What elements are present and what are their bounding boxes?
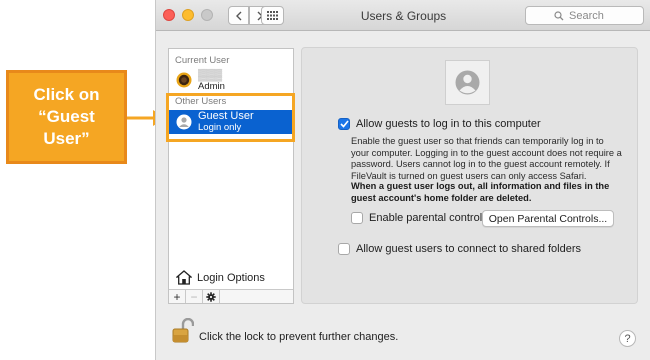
other-users-heading: Other Users: [175, 96, 227, 107]
gear-icon: [206, 291, 216, 302]
users-groups-window: Users & Groups Current User ▓▓▓ Admin Ot…: [155, 0, 650, 360]
allow-guests-label: Allow guests to log in to this computer: [356, 118, 541, 130]
home-icon: [176, 270, 192, 285]
shared-folders-row[interactable]: Allow guest users to connect to shared f…: [338, 243, 581, 255]
shared-folders-checkbox[interactable]: [338, 243, 350, 255]
zoom-window-button[interactable]: [201, 9, 213, 21]
magnifier-icon: [554, 10, 564, 20]
person-icon: [176, 114, 192, 130]
shared-folders-label: Allow guest users to connect to shared f…: [356, 243, 582, 255]
title-bar: Users & Groups: [156, 0, 650, 31]
guest-logout-warning: When a guest user logs out, all informat…: [351, 181, 610, 203]
chevron-left-icon: [235, 11, 241, 20]
guest-user-status: Login only: [198, 122, 242, 133]
guest-user-row[interactable]: Guest User Login only: [169, 110, 293, 134]
minimize-window-button[interactable]: [182, 9, 194, 21]
allow-guests-checkbox[interactable]: [338, 118, 350, 130]
close-window-button[interactable]: [163, 9, 175, 21]
person-icon: [455, 70, 480, 95]
user-list: Current User ▓▓▓ Admin Other Users Guest…: [168, 48, 294, 304]
lock-message: Click the lock to prevent further change…: [199, 331, 399, 343]
back-button[interactable]: [228, 6, 249, 25]
guest-settings-panel: Allow guests to log in to this computer …: [301, 47, 638, 304]
question-mark-icon: ?: [624, 332, 631, 345]
lock-button[interactable]: [172, 318, 194, 344]
sunflower-avatar-icon: [176, 72, 192, 88]
open-parental-controls-button[interactable]: Open Parental Controls...: [482, 210, 614, 227]
parental-controls-row[interactable]: Enable parental controls: [351, 212, 488, 224]
callout-text: Click on “Guest User”: [33, 85, 100, 148]
guest-user-name: Guest User: [198, 110, 254, 122]
plus-icon: +: [173, 289, 181, 304]
login-options-row[interactable]: Login Options: [169, 268, 293, 288]
grid-icon: [266, 11, 278, 20]
search-field[interactable]: [525, 6, 644, 25]
guest-description: Enable the guest user so that friends ca…: [351, 136, 622, 181]
current-user-row[interactable]: ▓▓▓ Admin: [169, 69, 293, 92]
parental-controls-checkbox[interactable]: [351, 212, 363, 224]
minus-icon: −: [190, 289, 198, 304]
add-user-button[interactable]: +: [169, 289, 186, 304]
current-user-heading: Current User: [175, 55, 230, 66]
help-button[interactable]: ?: [619, 330, 636, 347]
current-user-role: Admin: [198, 81, 225, 92]
allow-guests-row[interactable]: Allow guests to log in to this computer: [338, 118, 541, 130]
user-list-toolbar: + −: [169, 289, 293, 304]
checkmark-icon: [339, 120, 349, 128]
instruction-callout: Click on “Guest User”: [6, 70, 127, 164]
current-user-name-redacted: ▓▓▓: [198, 69, 223, 81]
actions-menu-button[interactable]: [203, 290, 220, 303]
login-options-label: Login Options: [197, 272, 265, 284]
show-all-grid-button[interactable]: [261, 6, 284, 25]
search-input[interactable]: [569, 9, 615, 22]
remove-user-button[interactable]: −: [186, 289, 203, 304]
unlocked-padlock-icon: [172, 318, 194, 343]
guest-user-picture[interactable]: [445, 60, 490, 105]
parental-controls-label: Enable parental controls: [369, 212, 488, 224]
